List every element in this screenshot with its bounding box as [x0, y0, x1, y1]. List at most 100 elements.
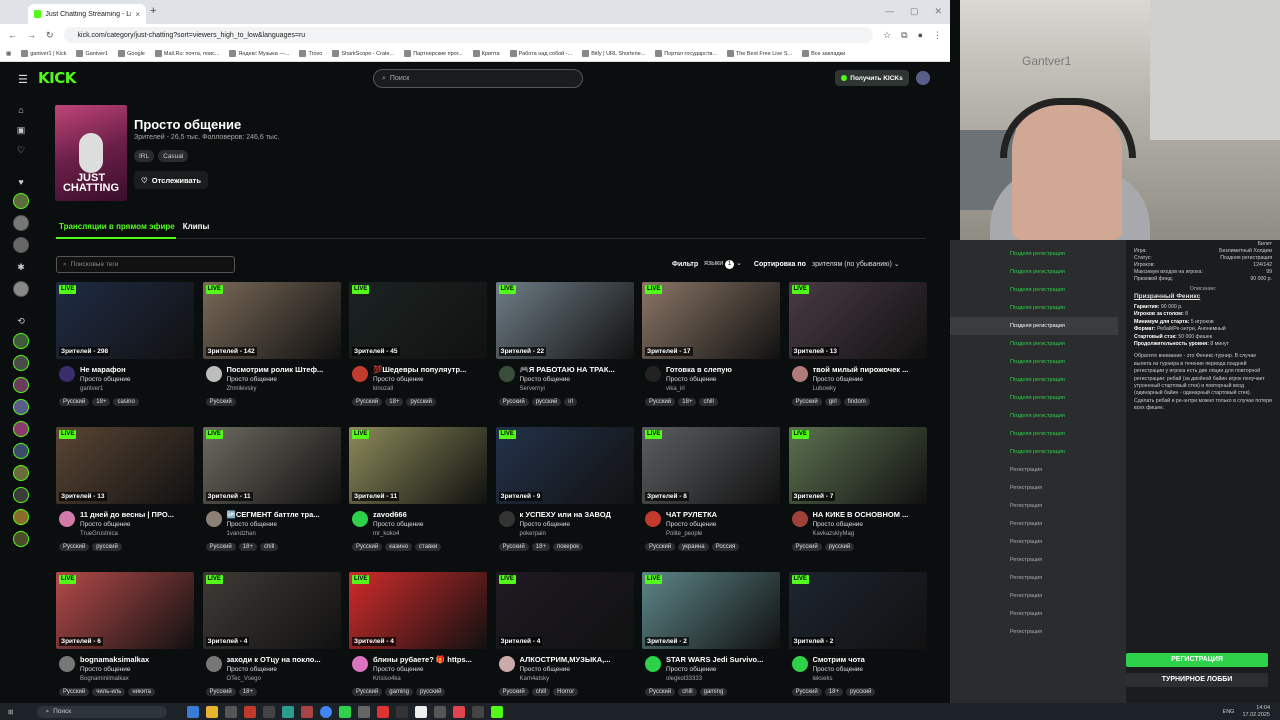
tournament-list-item[interactable]: Регистрация [950, 623, 1118, 641]
stream-card[interactable]: LIVE Зрителей - 13 11 дней до весны | ПР… [56, 427, 194, 567]
taskbar-app-icon[interactable] [377, 705, 390, 718]
stream-tag[interactable]: Русский [791, 398, 822, 406]
stream-tag[interactable]: Русский [205, 543, 236, 551]
bookmark-item[interactable]: Партнерские прог... [404, 50, 463, 57]
stream-tag[interactable]: chill [531, 688, 551, 696]
tournament-list-item[interactable]: Поздняя регистрация [950, 407, 1118, 425]
streamer-avatar[interactable] [59, 656, 75, 672]
stream-category[interactable]: Просто общение [373, 666, 424, 673]
browse-icon[interactable]: ▣ [14, 123, 28, 137]
tournament-lobby-button[interactable]: ТУРНИРНОЕ ЛОББИ [1126, 673, 1268, 687]
stream-card[interactable]: LIVE Зрителей - 8 ЧАТ РУЛЕТКА Просто общ… [642, 427, 780, 567]
stream-card[interactable]: LIVE Зрителей - 9 к УСПЕХУ или на ЗАВОД … [495, 427, 634, 567]
tournament-list-item[interactable]: Регистрация [950, 497, 1118, 515]
streamer-name[interactable]: vika_iri [666, 386, 685, 392]
streamer-name[interactable]: gantver1 [80, 386, 103, 392]
register-button[interactable]: РЕГИСТРАЦИЯ [1126, 653, 1268, 667]
stream-card[interactable]: LIVE Зрителей - 13 твой милый пирожочек … [788, 282, 927, 422]
close-tab-icon[interactable]: × [135, 10, 140, 19]
taskbar-app-icon[interactable] [301, 705, 314, 718]
stream-card[interactable]: LIVE Зрителей - 4 блины рубаете? 🎁 https… [349, 572, 487, 703]
stream-title[interactable]: 🆙СЕГМЕНТ баттле тра... [227, 510, 339, 519]
rail-channel-avatar[interactable] [13, 443, 29, 459]
stream-category[interactable]: Просто общение [520, 666, 571, 673]
stream-card[interactable]: LIVE Зрителей - 4 АЛКОСТРИМ,МУЗЫКА,... П… [495, 572, 634, 703]
stream-tag[interactable]: girl [824, 398, 841, 406]
stream-tag[interactable]: чиль-иль [92, 688, 126, 696]
stream-tag[interactable]: никита [128, 688, 156, 696]
taskbar-app-icon[interactable] [225, 705, 238, 718]
stream-tag[interactable]: Русский [59, 543, 90, 551]
apps-icon[interactable]: ▦ [6, 51, 11, 57]
stream-thumbnail[interactable]: LIVE Зрителей - 4 [202, 572, 341, 649]
bookmark-item[interactable]: Trovo [299, 50, 322, 57]
stream-category[interactable]: Просто общение [80, 521, 131, 528]
tournament-list-item[interactable]: Поздняя регистрация [950, 389, 1118, 407]
taskbar-app-icon[interactable] [434, 705, 447, 718]
stream-tag[interactable]: 18+ [238, 688, 257, 696]
taskbar-app-icon[interactable] [187, 705, 200, 718]
stream-tag[interactable]: Русский [205, 688, 236, 696]
streamer-name[interactable]: Kam4atsky [520, 676, 550, 682]
profile-icon[interactable]: ● [918, 30, 923, 40]
windows-start-icon[interactable]: ⊞ [8, 708, 13, 716]
category-tag[interactable]: Casual [158, 150, 189, 162]
stream-tag[interactable]: Русский [59, 398, 90, 406]
streamer-name[interactable]: KavkazskiyMag [813, 531, 855, 537]
bookmark-item[interactable]: Mail.Ru: почта, поис... [154, 50, 219, 57]
stream-category[interactable]: Просто общение [666, 521, 717, 528]
extensions-icon[interactable]: ⧉ [901, 30, 907, 41]
streamer-name[interactable]: Servernyi [520, 386, 545, 392]
stream-tag[interactable]: ставки [415, 543, 442, 551]
stream-tag[interactable]: русский [92, 543, 122, 551]
tournament-list-item[interactable]: Регистрация [950, 533, 1118, 551]
stream-tag[interactable]: casino [113, 398, 139, 406]
taskbar-app-icon[interactable] [472, 705, 485, 718]
streamer-avatar[interactable] [498, 366, 515, 382]
stream-thumbnail[interactable]: LIVE Зрителей - 22 [495, 282, 634, 359]
search-input[interactable]: ⌕ Поиск [373, 69, 583, 88]
stream-card[interactable]: LIVE Зрителей - 22 🎮Я РАБОТАЮ НА ТРАК...… [495, 282, 634, 422]
stream-title[interactable]: твой милый пирожочек ... [813, 365, 925, 374]
stream-category[interactable]: Просто общение [373, 521, 424, 528]
stream-tag[interactable]: Русский [205, 398, 236, 406]
stream-tag[interactable]: 18+ [678, 398, 697, 406]
tab-clips[interactable]: Клипы [183, 222, 210, 231]
bookmark-item[interactable]: The Best Free Live S... [726, 50, 792, 57]
stream-card[interactable]: LIVE Зрителей - 2 STAR WARS Jedi Survivo… [642, 572, 780, 703]
streamer-name[interactable]: kinozall [373, 386, 393, 392]
stream-tag[interactable]: Русский [645, 543, 676, 551]
taskbar-app-icon[interactable] [206, 705, 219, 718]
stream-tag[interactable]: Horror [553, 688, 579, 696]
browser-tab[interactable]: Just Chatting Streaming - Live × [28, 4, 146, 24]
stream-thumbnail[interactable]: LIVE Зрителей - 8 [642, 427, 780, 504]
streamer-avatar[interactable] [205, 656, 222, 672]
bookmark-item[interactable]: gantver1 | Kick [21, 50, 66, 57]
stream-category[interactable]: Просто общение [80, 666, 131, 673]
tournament-list-item[interactable]: Регистрация [950, 551, 1118, 569]
tab-live-streams[interactable]: Трансляции в прямом эфире [59, 222, 175, 231]
streamer-name[interactable]: lekseks [813, 676, 833, 682]
stream-category[interactable]: Просто общение [666, 376, 717, 383]
kick-logo[interactable]: KICK [38, 69, 76, 87]
stream-card[interactable]: LIVE Зрителей - 11 🆙СЕГМЕНТ баттле тра..… [202, 427, 341, 567]
rail-channel-avatar[interactable] [13, 487, 29, 503]
stream-card[interactable]: LIVE Зрителей - 298 Не марафон Просто об… [56, 282, 194, 422]
stream-tag[interactable]: русский [406, 398, 436, 406]
rail-channel-avatar[interactable] [13, 465, 29, 481]
stream-tag[interactable]: казино [385, 543, 413, 551]
streamer-avatar[interactable] [352, 656, 368, 672]
stream-card[interactable]: LIVE Зрителей - 11 zavod666 Просто общен… [349, 427, 487, 567]
bookmark-item[interactable]: Портал государств... [655, 50, 717, 57]
stream-tag[interactable]: Русский [645, 688, 676, 696]
streamer-avatar[interactable] [205, 511, 222, 527]
rail-channel-avatar[interactable] [13, 421, 29, 437]
star-icon[interactable]: ☆ [883, 30, 891, 41]
stream-thumbnail[interactable]: LIVE Зрителей - 13 [788, 282, 927, 359]
streamer-name[interactable]: Bognaminilmalkax [80, 676, 129, 682]
bookmark-item[interactable]: Яндекс Музыка —... [229, 50, 289, 57]
stream-title[interactable]: bognamaksimalkax [80, 655, 192, 664]
get-kicks-button[interactable]: Получить KICKs [835, 70, 909, 86]
followed-heart-icon[interactable]: ♥ [14, 175, 28, 189]
streamer-avatar[interactable] [645, 656, 661, 672]
